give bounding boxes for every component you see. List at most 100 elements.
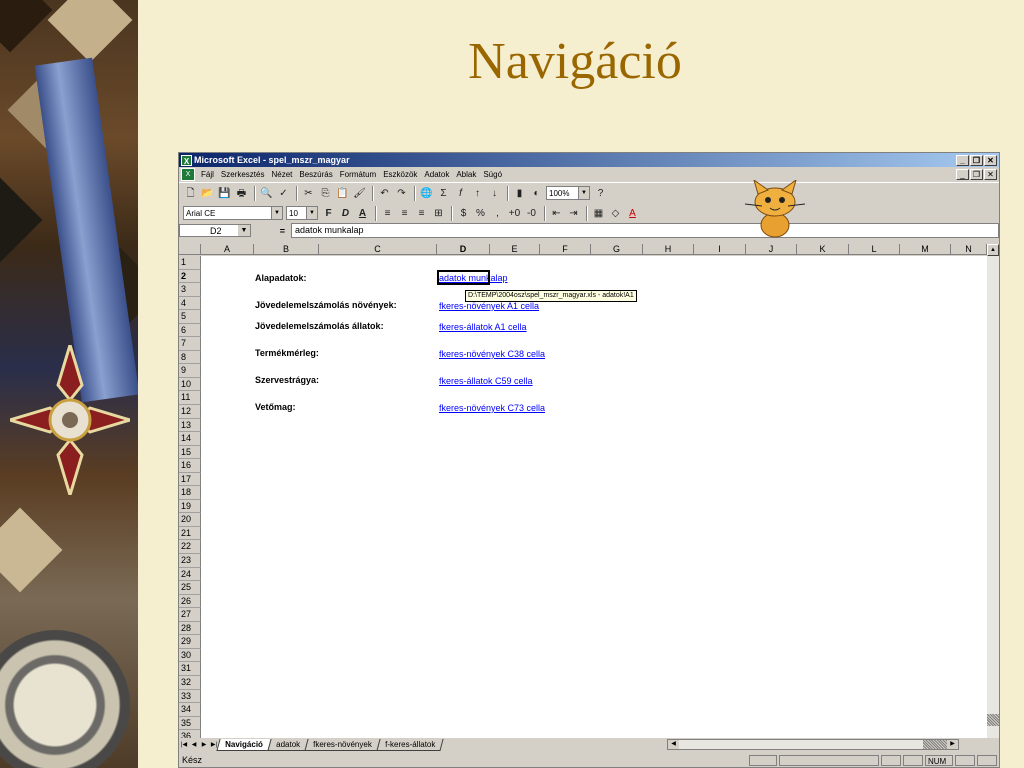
row-header[interactable]: 10: [179, 377, 201, 392]
open-icon[interactable]: 📂: [200, 186, 215, 201]
drawing-icon[interactable]: ◐: [529, 186, 544, 201]
column-header[interactable]: F: [540, 244, 591, 255]
prev-sheet-icon[interactable]: ◀: [189, 740, 199, 751]
column-header[interactable]: E: [490, 244, 540, 255]
column-header[interactable]: K: [797, 244, 849, 255]
menu-file[interactable]: Fájl: [201, 170, 214, 179]
increase-decimal-icon[interactable]: +0: [507, 206, 522, 221]
increase-indent-icon[interactable]: ⇥: [566, 206, 581, 221]
workbook-close-button[interactable]: ✕: [984, 169, 997, 180]
merge-center-icon[interactable]: ⊞: [431, 206, 446, 221]
row-header[interactable]: 22: [179, 540, 201, 555]
menu-format[interactable]: Formátum: [340, 170, 376, 179]
row-header[interactable]: 20: [179, 513, 201, 527]
function-icon[interactable]: f: [453, 186, 468, 201]
cell-label[interactable]: Szervestrágya:: [255, 375, 319, 385]
sort-descending-icon[interactable]: ↓: [487, 186, 502, 201]
font-select[interactable]: Arial CE ▼: [183, 206, 283, 220]
sort-ascending-icon[interactable]: ↑: [470, 186, 485, 201]
column-header[interactable]: C: [319, 244, 437, 255]
hyperlink[interactable]: fkeres-növények C38 cella: [439, 349, 545, 359]
minimize-button[interactable]: _: [956, 154, 969, 166]
row-header[interactable]: 25: [179, 581, 201, 595]
italic-button[interactable]: D: [338, 206, 353, 221]
column-header[interactable]: M: [900, 244, 951, 255]
underline-button[interactable]: A: [355, 206, 370, 221]
currency-icon[interactable]: $: [456, 206, 471, 221]
save-icon[interactable]: 💾: [217, 186, 232, 201]
decrease-decimal-icon[interactable]: -0: [524, 206, 539, 221]
scroll-up-icon[interactable]: ▲: [987, 244, 999, 256]
sheet-tab[interactable]: Navigáció: [216, 739, 272, 751]
zoom-select[interactable]: 100% ▼: [546, 186, 590, 200]
paste-icon[interactable]: 📋: [335, 186, 350, 201]
format-painter-icon[interactable]: 🖌: [352, 186, 367, 201]
row-header[interactable]: 26: [179, 594, 201, 609]
scroll-thumb[interactable]: [923, 740, 947, 749]
print-preview-icon[interactable]: 🔍: [259, 186, 274, 201]
menu-view[interactable]: Nézet: [271, 170, 292, 179]
percent-icon[interactable]: %: [473, 206, 488, 221]
row-header[interactable]: 3: [179, 283, 201, 297]
align-right-icon[interactable]: ≡: [414, 206, 429, 221]
row-header[interactable]: 4: [179, 296, 201, 311]
sheet-tab[interactable]: fkeres-növények: [304, 739, 381, 751]
undo-icon[interactable]: ↶: [377, 186, 392, 201]
scroll-right-icon[interactable]: ▶: [947, 740, 958, 749]
hyperlink[interactable]: fkeres-állatok A1 cella: [439, 322, 527, 332]
row-header[interactable]: 15: [179, 445, 201, 460]
row-header[interactable]: 1: [179, 256, 201, 270]
font-size-select[interactable]: 10 ▼: [286, 206, 318, 220]
row-header[interactable]: 8: [179, 350, 201, 365]
row-header[interactable]: 28: [179, 621, 201, 636]
row-header[interactable]: 9: [179, 364, 201, 378]
hyperlink[interactable]: fkeres-növények A1 cella: [439, 301, 539, 311]
autosum-icon[interactable]: Σ: [436, 186, 451, 201]
column-header[interactable]: J: [746, 244, 797, 255]
menu-tools[interactable]: Eszközök: [383, 170, 417, 179]
menu-edit[interactable]: Szerkesztés: [221, 170, 265, 179]
column-header[interactable]: B: [254, 244, 319, 255]
new-icon[interactable]: 🗋: [183, 186, 198, 201]
first-sheet-icon[interactable]: |◀: [179, 740, 189, 751]
column-header[interactable]: L: [849, 244, 900, 255]
close-button[interactable]: ✕: [984, 154, 997, 166]
cell-label[interactable]: Jövedelemelszámolás növények:: [255, 300, 397, 310]
align-left-icon[interactable]: ≡: [380, 206, 395, 221]
row-header[interactable]: 13: [179, 418, 201, 433]
formula-input[interactable]: adatok munkalap: [291, 223, 999, 238]
row-header[interactable]: 7: [179, 337, 201, 351]
column-header[interactable]: G: [591, 244, 643, 255]
row-header[interactable]: 36: [179, 730, 201, 738]
row-header[interactable]: 5: [179, 310, 201, 324]
row-header[interactable]: 14: [179, 432, 201, 446]
menu-help[interactable]: Súgó: [483, 170, 502, 179]
column-header[interactable]: N: [951, 244, 987, 255]
restore-button[interactable]: ❐: [970, 154, 983, 166]
print-icon[interactable]: 🖶: [234, 186, 249, 201]
row-header[interactable]: 16: [179, 459, 201, 473]
cell-label[interactable]: Vetőmag:: [255, 402, 296, 412]
row-header[interactable]: 34: [179, 703, 201, 717]
select-all-corner[interactable]: [179, 244, 201, 255]
row-header[interactable]: 12: [179, 405, 201, 419]
copy-icon[interactable]: ⎘: [318, 186, 333, 201]
row-header[interactable]: 32: [179, 675, 201, 690]
web-icon[interactable]: 🌐: [419, 186, 434, 201]
sheet-tab[interactable]: adatok: [267, 739, 309, 751]
row-header[interactable]: 31: [179, 662, 201, 676]
hyperlink[interactable]: fkeres-állatok C59 cella: [439, 376, 533, 386]
cell-label[interactable]: Alapadatok:: [255, 273, 307, 283]
row-header[interactable]: 2: [179, 269, 201, 284]
bold-button[interactable]: F: [321, 206, 336, 221]
row-header[interactable]: 33: [179, 689, 201, 704]
borders-icon[interactable]: ▦: [591, 206, 606, 221]
fill-color-icon[interactable]: ◇: [608, 206, 623, 221]
column-header[interactable]: I: [694, 244, 746, 255]
spreadsheet-grid[interactable]: A B C D E F G H I J K L M N 1 2 3 4 5 6 7 8 9 10 1…: [179, 244, 999, 738]
column-header[interactable]: H: [643, 244, 694, 255]
vertical-scrollbar[interactable]: ▲: [987, 244, 999, 738]
cut-icon[interactable]: ✂: [301, 186, 316, 201]
workbook-restore-button[interactable]: ❐: [970, 169, 983, 180]
comma-style-icon[interactable]: ,: [490, 206, 505, 221]
